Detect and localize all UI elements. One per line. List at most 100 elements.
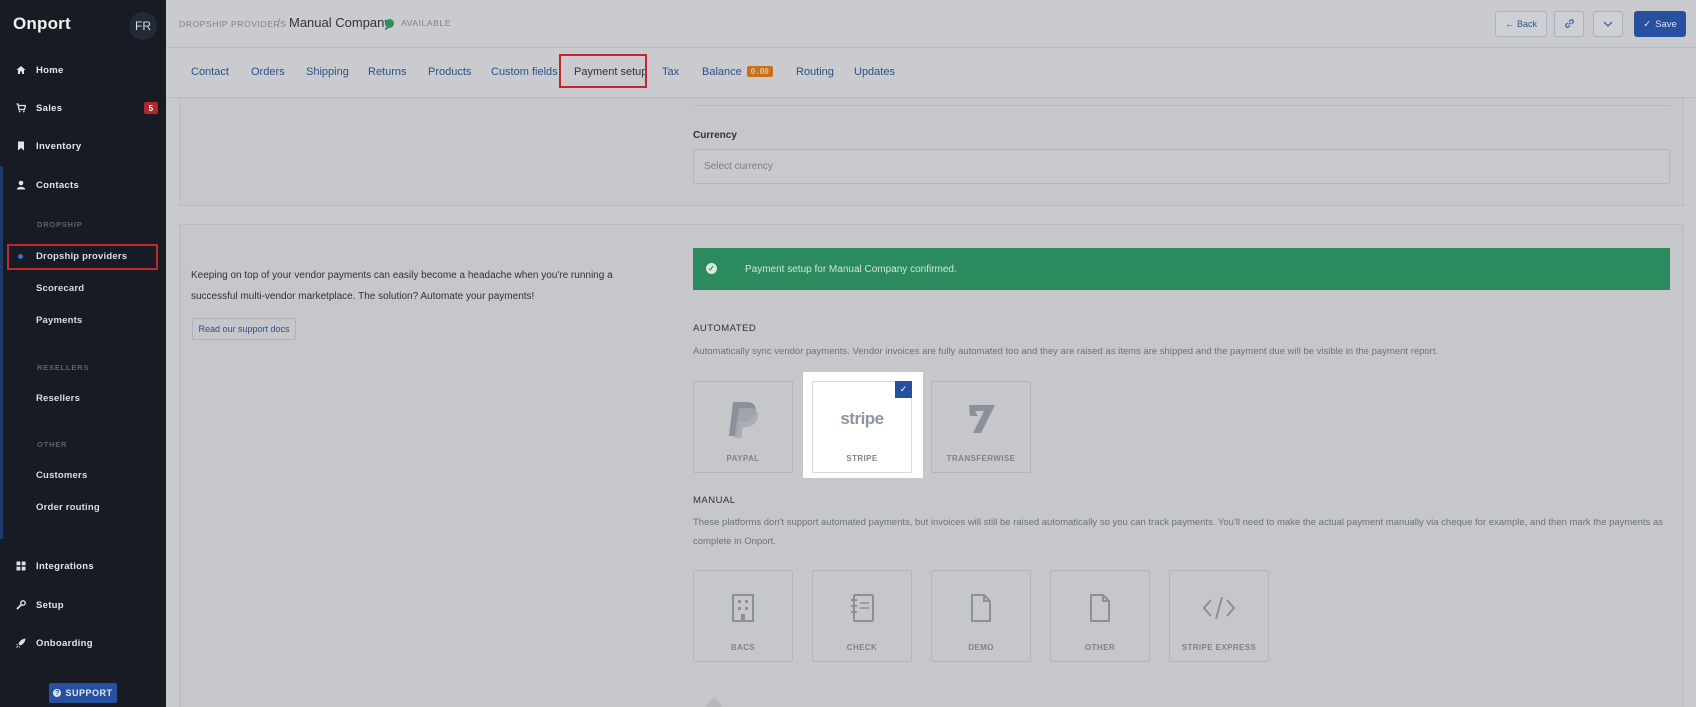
check-circle-icon: ✓ [706,263,717,274]
tab-custom-fields[interactable]: Custom fields [491,66,558,78]
divider [693,105,1671,106]
manual-title: MANUAL [693,495,736,506]
highlight-dropship-providers [7,244,158,270]
other-tile[interactable]: OTHER [1050,570,1150,662]
bacs-tile[interactable]: BACS [693,570,793,662]
manual-description: These platforms don't support automated … [693,517,1663,547]
automated-title: AUTOMATED [693,323,757,334]
tile-label: DEMO [968,643,994,652]
link-icon [1564,18,1575,31]
avatar[interactable]: FR [129,12,157,40]
tab-updates[interactable]: Updates [854,66,895,78]
tab-returns[interactable]: Returns [368,66,407,78]
chevron-down-icon [1603,19,1613,29]
paypal-tile[interactable]: PAYPAL [693,381,793,473]
status-dot [385,19,394,28]
nav-item-onboarding[interactable]: Onboarding [0,631,166,655]
user-icon [16,180,26,190]
tab-routing[interactable]: Routing [796,66,834,78]
tab-contact[interactable]: Contact [191,66,229,78]
save-label: Save [1655,18,1677,30]
transferwise-tile[interactable]: TRANSFERWISE [931,381,1031,473]
nav-item-sales[interactable]: Sales 5 [0,96,166,120]
tab-products[interactable]: Products [428,66,471,78]
sidebar-item-payments[interactable]: Payments [36,315,82,326]
paypal-icon [694,396,792,442]
breadcrumb[interactable]: DROPSHIP PROVIDERS [179,19,286,29]
tab-bar: Contact Orders Shipping Returns Products… [166,48,1696,98]
tab-balance[interactable]: Balance 0.00 [702,66,773,78]
check-tile[interactable]: CHECK [812,570,912,662]
stripe-tile[interactable]: stripe STRIPE ✓ [812,381,912,473]
tile-label: STRIPE EXPRESS [1181,643,1257,652]
back-label: Back [1516,19,1537,29]
page-title: Manual Company [289,15,391,30]
sidebar: Onport FR Home Sales 5 Inventory Contact… [0,0,166,707]
wrench-icon [16,600,26,610]
support-label: SUPPORT [65,688,113,698]
payment-intro-text: Keeping on top of your vendor payments c… [191,270,613,302]
tile-label: BACS [730,643,756,652]
nav-label: Inventory [36,140,82,152]
tile-label: STRIPE [846,454,878,463]
success-alert: ✓ Payment setup for Manual Company confi… [693,248,1670,290]
stripe-express-tile[interactable]: STRIPE EXPRESS [1169,570,1269,662]
status-badge: AVAILABLE [401,18,451,28]
breadcrumb-separator: / [277,16,281,30]
sales-count-badge: 5 [144,102,158,114]
app-logo[interactable]: Onport [13,14,71,34]
support-button[interactable]: ? SUPPORT [49,683,117,703]
back-button[interactable]: ← Back [1495,11,1547,37]
nav-label: Integrations [36,560,94,572]
transferwise-icon [932,396,1030,442]
grid-icon [16,561,26,571]
tile-label: TRANSFERWISE [946,454,1016,463]
tile-label: OTHER [1085,643,1115,652]
pointer-caret [705,697,723,707]
other-heading: OTHER [37,440,68,449]
cart-icon [16,103,26,113]
sidebar-item-resellers[interactable]: Resellers [36,393,80,404]
arrow-left-icon: ← [1504,19,1514,29]
tab-orders[interactable]: Orders [251,66,285,78]
support-docs-button[interactable]: Read our support docs [192,318,296,340]
nav-item-contacts[interactable]: Contacts [0,173,166,197]
automated-description: Automatically sync vendor payments. Vend… [693,346,1439,357]
tab-tax[interactable]: Tax [662,66,679,78]
save-button[interactable]: ✓ Save [1634,11,1686,37]
topbar: DROPSHIP PROVIDERS / Manual Company AVAI… [166,0,1696,48]
nav-item-integrations[interactable]: Integrations [0,554,166,578]
tab-shipping[interactable]: Shipping [306,66,349,78]
nav-label: Setup [36,599,64,611]
alert-text: Payment setup for Manual Company confirm… [745,263,957,275]
currency-select[interactable]: Select currency [693,149,1670,184]
highlight-payment-setup [559,54,647,88]
nav-label: Onboarding [36,637,93,649]
selected-check-icon: ✓ [895,381,912,398]
currency-label: Currency [693,130,737,141]
question-icon: ? [53,689,62,697]
sidebar-item-scorecard[interactable]: Scorecard [36,283,84,294]
balance-badge: 0.00 [746,66,773,77]
contacts-active-bar [0,166,3,539]
demo-tile[interactable]: DEMO [931,570,1031,662]
unlink-button[interactable] [1554,11,1584,37]
more-dropdown-button[interactable] [1593,11,1623,37]
code-icon [1170,585,1268,631]
home-icon [16,65,26,75]
tab-balance-label: Balance [702,66,742,78]
nav-label: Contacts [36,179,80,191]
tile-label: CHECK [846,643,878,652]
nav-item-setup[interactable]: Setup [0,593,166,617]
sidebar-item-customers[interactable]: Customers [36,470,87,481]
file-icon [1051,585,1149,631]
stripe-logo: stripe [813,396,911,442]
nav-item-inventory[interactable]: Inventory [0,134,166,158]
nav-label: Sales [36,102,63,114]
check-icon: ✓ [1643,18,1652,30]
rocket-icon [16,638,26,648]
nav-item-home[interactable]: Home [0,58,166,82]
stripe-logo-text: stripe [840,409,884,428]
sidebar-item-order-routing[interactable]: Order routing [36,502,100,513]
nav-label: Home [36,64,64,76]
